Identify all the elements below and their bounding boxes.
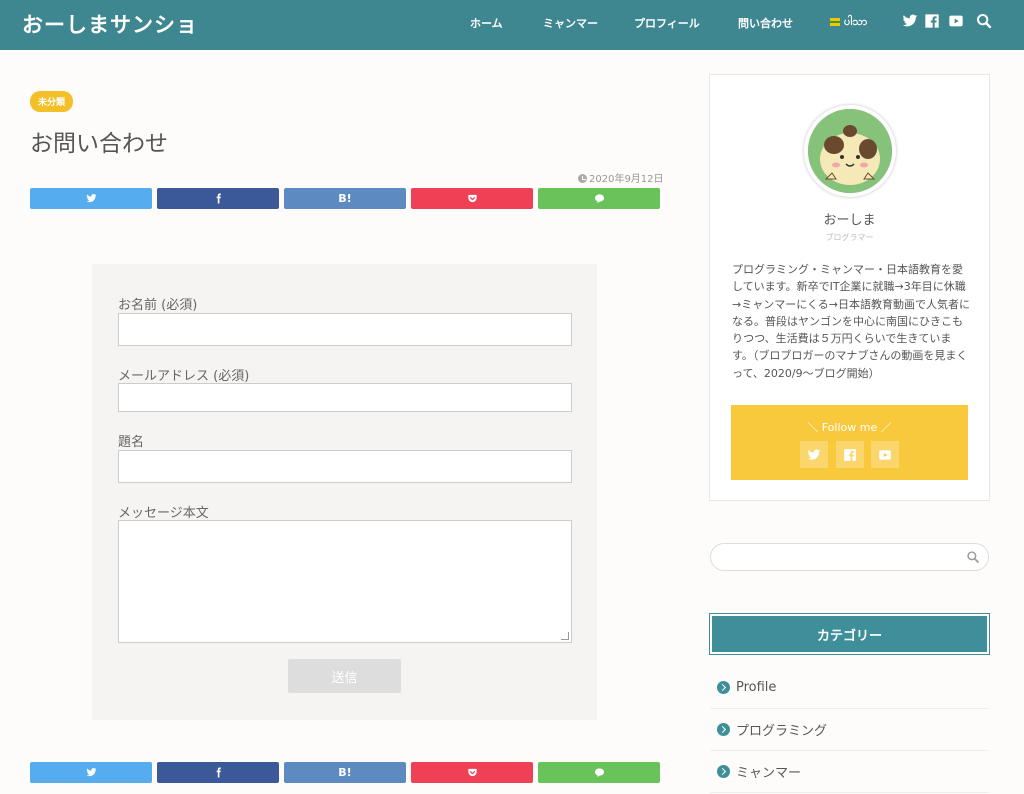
share-line-button[interactable] — [538, 188, 660, 209]
post-date-text: 2020年9月12日 — [589, 174, 664, 185]
share-twitter-button[interactable] — [30, 762, 152, 783]
post-date: 2020年9月12日 — [578, 170, 664, 185]
share-pocket-button[interactable] — [411, 188, 533, 209]
follow-youtube-button[interactable] — [871, 441, 899, 468]
share-pocket-button[interactable] — [411, 762, 533, 783]
site-header: おーしまサンショ ホーム ミャンマー プロフィール 問い合わせ ပါသာ — [0, 0, 1024, 50]
facebook-icon — [844, 448, 856, 461]
message-label: メッセージ本文 — [118, 506, 209, 521]
hatena-label: B! — [338, 766, 352, 779]
submit-button[interactable]: 送信 — [288, 659, 401, 693]
subject-label: 題名 — [118, 435, 145, 450]
share-buttons-bottom: B! — [30, 762, 660, 783]
follow-facebook-button[interactable] — [836, 441, 864, 468]
email-label: メールアドレス (必須) — [118, 369, 250, 384]
hatena-label: B! — [338, 192, 352, 205]
sidebar-search-input[interactable] — [710, 543, 989, 571]
share-hatena-button[interactable]: B! — [284, 188, 406, 209]
subject-input[interactable] — [118, 450, 572, 483]
profile-name: おーしま — [823, 213, 876, 228]
pocket-icon — [467, 768, 477, 777]
contact-form: お名前 (必須) メールアドレス (必須) 題名 メッセージ本文 送信 — [92, 264, 597, 720]
resize-grip-icon[interactable] — [561, 632, 569, 640]
category-label: ミャンマー — [736, 766, 802, 781]
category-item-myanmar[interactable]: ミャンマー — [710, 751, 989, 793]
twitter-icon — [85, 768, 97, 777]
search-icon[interactable] — [976, 13, 992, 29]
myanmar-flag-icon — [830, 18, 840, 26]
facebook-icon[interactable] — [924, 13, 940, 29]
profile-role: プログラマー — [825, 233, 874, 242]
nav-home[interactable]: ホーム — [470, 15, 503, 31]
nav-profile[interactable]: プロフィール — [634, 15, 700, 31]
page-title: お問い合わせ — [30, 131, 168, 157]
category-label: プログラミング — [736, 724, 828, 739]
youtube-icon[interactable] — [948, 13, 964, 29]
facebook-icon — [216, 767, 221, 778]
line-icon — [594, 768, 604, 778]
facebook-icon — [216, 193, 221, 204]
nav-language[interactable]: ပါသာ — [830, 15, 867, 31]
share-twitter-button[interactable] — [30, 188, 152, 209]
follow-twitter-button[interactable] — [800, 441, 828, 468]
categories-title: カテゴリー — [709, 613, 990, 655]
line-icon — [594, 194, 604, 204]
profile-card: おーしま プログラマー プログラミング・ミャンマー・日本語教育を愛しています。新… — [709, 74, 990, 501]
name-label: お名前 (必須) — [118, 298, 198, 313]
nav-language-label: ပါသာ — [844, 15, 868, 28]
email-input[interactable] — [118, 383, 572, 412]
pocket-icon — [467, 194, 477, 203]
chevron-right-icon — [717, 723, 730, 736]
category-badge[interactable]: 未分類 — [30, 91, 74, 112]
search-icon[interactable] — [966, 550, 980, 564]
profile-bio: プログラミング・ミャンマー・日本語教育を愛しています。新卒でIT企業に就職→3年… — [732, 263, 970, 380]
name-input[interactable] — [118, 313, 572, 346]
twitter-icon — [85, 194, 97, 203]
chevron-right-icon — [717, 765, 730, 778]
nav-myanmar[interactable]: ミャンマー — [543, 15, 598, 31]
twitter-icon — [807, 448, 821, 460]
category-item-programming[interactable]: プログラミング — [710, 709, 989, 751]
avatar-illustration — [808, 109, 892, 193]
message-textarea[interactable] — [118, 520, 572, 643]
share-buttons-top: B! — [30, 188, 660, 209]
avatar — [804, 105, 896, 197]
chevron-right-icon — [717, 681, 730, 694]
clock-icon — [578, 174, 587, 183]
category-label: Profile — [736, 680, 777, 695]
youtube-icon — [879, 449, 891, 460]
follow-box: ＼ Follow me ／ — [731, 405, 968, 480]
share-line-button[interactable] — [538, 762, 660, 783]
share-facebook-button[interactable] — [157, 188, 279, 209]
follow-title: ＼ Follow me ／ — [807, 421, 892, 434]
nav-contact[interactable]: 問い合わせ — [738, 15, 793, 31]
share-hatena-button[interactable]: B! — [284, 762, 406, 783]
category-item-profile[interactable]: Profile — [710, 667, 989, 709]
twitter-icon[interactable] — [902, 13, 918, 29]
site-title[interactable]: おーしまサンショ — [22, 9, 198, 39]
share-facebook-button[interactable] — [157, 762, 279, 783]
